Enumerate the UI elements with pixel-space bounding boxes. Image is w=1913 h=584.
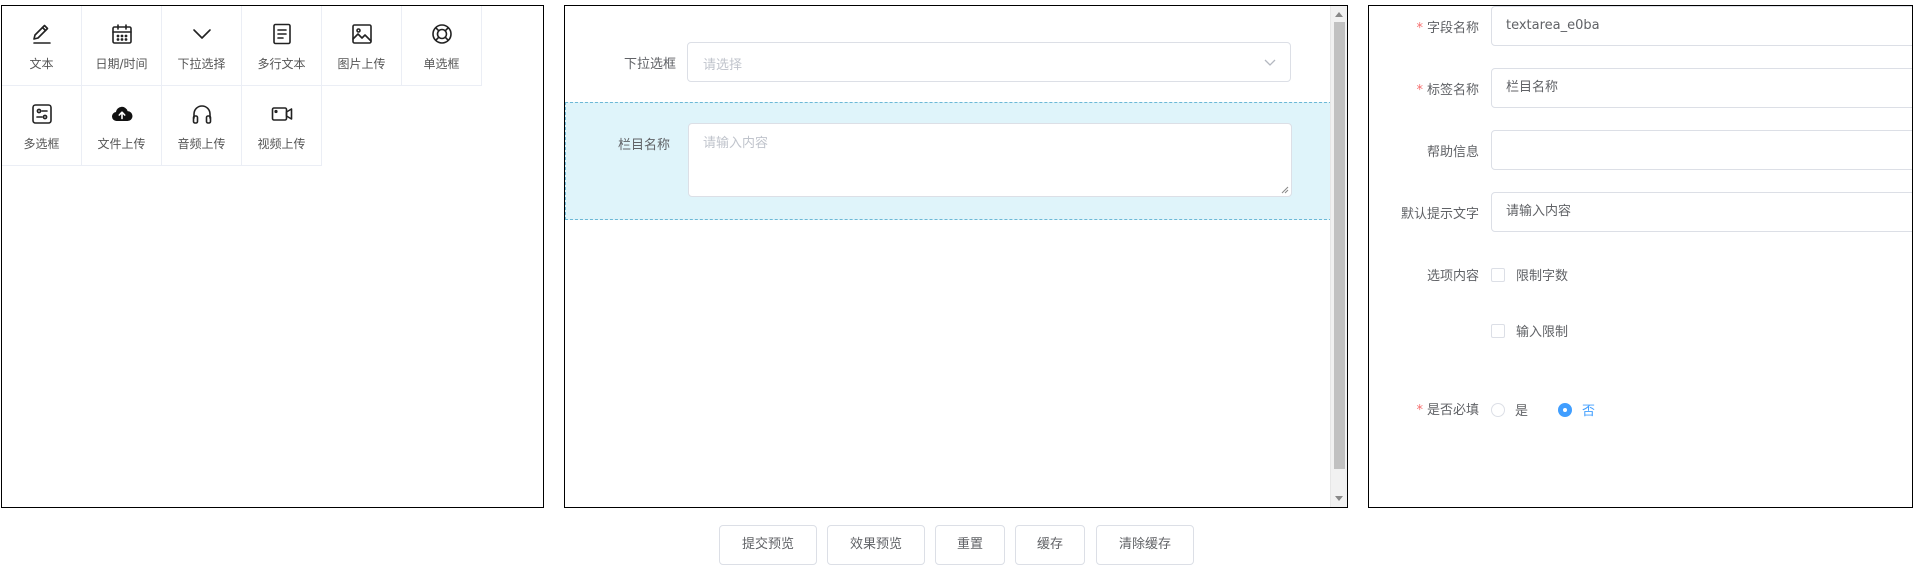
- help-info-input[interactable]: [1491, 130, 1912, 170]
- field-name-input[interactable]: textarea_e0ba: [1491, 6, 1912, 46]
- palette-item-dropdown[interactable]: 下拉选择: [162, 6, 242, 86]
- palette-item-text[interactable]: 文本: [2, 6, 82, 86]
- checkbox-box[interactable]: [1491, 323, 1505, 338]
- reset-button[interactable]: 重置: [935, 525, 1005, 565]
- palette-item-label: 日期/时间: [95, 57, 148, 71]
- resize-grip-icon[interactable]: [1280, 185, 1289, 194]
- canvas-scrollbar[interactable]: [1330, 6, 1347, 507]
- pencil-icon: [32, 24, 51, 44]
- required-mark: *: [1416, 83, 1423, 98]
- radio-label: 是: [1515, 404, 1529, 419]
- checkbox-box[interactable]: [1491, 267, 1505, 282]
- checkbox-label: 输入限制: [1516, 325, 1569, 340]
- chevron-down-icon: [192, 29, 211, 39]
- cloud-upload-icon: [111, 106, 133, 122]
- textarea-field-label: 栏目名称: [618, 138, 671, 153]
- clear-cache-button[interactable]: 清除缓存: [1096, 525, 1194, 565]
- radio-label: 否: [1582, 404, 1596, 419]
- properties-panel: * 字段名称 textarea_e0ba * 标签名称 栏目名称 帮助信息 默认提示…: [1368, 5, 1913, 508]
- required-yes-radio[interactable]: 是: [1491, 400, 1528, 419]
- palette-item-label: 多行文本: [257, 57, 306, 71]
- effect-preview-button[interactable]: 效果预览: [827, 525, 925, 565]
- tag-name-label: * 标签名称: [1416, 83, 1479, 98]
- calendar-icon: [111, 24, 132, 44]
- select-field-label: 下拉选框: [623, 57, 676, 72]
- input-limit-checkbox[interactable]: 输入限制: [1491, 321, 1568, 340]
- headphones-icon: [192, 105, 211, 124]
- select-field[interactable]: 请选择: [687, 42, 1291, 82]
- palette-item-multiline-text[interactable]: 多行文本: [242, 6, 322, 86]
- video-camera-icon: [271, 107, 292, 121]
- chevron-down-icon: [1264, 59, 1276, 66]
- palette-item-label: 视频上传: [257, 137, 306, 151]
- palette-item-file-upload[interactable]: 文件上传: [82, 86, 162, 166]
- required-no-radio[interactable]: 否: [1558, 400, 1595, 419]
- scroll-down-arrow[interactable]: [1335, 496, 1343, 501]
- submit-preview-button[interactable]: 提交预览: [719, 525, 817, 565]
- required-mark: *: [1416, 21, 1423, 36]
- help-info-label: 帮助信息: [1426, 145, 1479, 160]
- default-hint-label: 默认提示文字: [1400, 207, 1479, 222]
- radio-ring-icon: [431, 24, 452, 44]
- palette-item-label: 文本: [29, 57, 54, 71]
- palette-item-label: 文件上传: [97, 137, 146, 151]
- component-palette: 文本 日期/时间 下拉选择 多行文本 图片上传 单选框 多选框 文件上传 音频上…: [1, 5, 544, 508]
- tag-name-input[interactable]: 栏目名称: [1491, 68, 1912, 108]
- palette-item-radio[interactable]: 单选框: [402, 6, 482, 86]
- required-field-label: * 是否必填: [1416, 403, 1479, 418]
- palette-item-label: 多选框: [23, 137, 60, 151]
- radio-dot[interactable]: [1491, 402, 1505, 417]
- document-icon: [272, 23, 291, 45]
- palette-item-label: 单选框: [423, 57, 460, 71]
- options-label: 选项内容: [1426, 269, 1479, 284]
- default-hint-input[interactable]: 请输入内容: [1491, 192, 1912, 232]
- form-row-textarea-selected[interactable]: 栏目名称 请输入内容: [565, 102, 1332, 220]
- field-name-label: * 字段名称: [1416, 21, 1479, 36]
- palette-item-video-upload[interactable]: 视频上传: [242, 86, 322, 166]
- cache-button[interactable]: 缓存: [1015, 525, 1085, 565]
- radio-dot-selected[interactable]: [1558, 402, 1572, 417]
- palette-item-checkbox[interactable]: 多选框: [2, 86, 82, 166]
- form-canvas: 下拉选框 请选择 栏目名称 请输入内容: [564, 5, 1348, 508]
- multi-select-icon: [31, 104, 52, 124]
- palette-item-image-upload[interactable]: 图片上传: [322, 6, 402, 86]
- textarea-field[interactable]: 请输入内容: [688, 123, 1292, 197]
- palette-item-datetime[interactable]: 日期/时间: [82, 6, 162, 86]
- palette-item-audio-upload[interactable]: 音频上传: [162, 86, 242, 166]
- image-icon: [351, 24, 372, 44]
- palette-item-label: 图片上传: [337, 57, 386, 71]
- palette-item-label: 音频上传: [177, 137, 226, 151]
- palette-item-label: 下拉选择: [177, 57, 226, 71]
- scrollbar-thumb[interactable]: [1334, 22, 1345, 469]
- checkbox-label: 限制字数: [1516, 269, 1569, 284]
- required-mark: *: [1416, 403, 1423, 418]
- select-placeholder: 请选择: [703, 58, 743, 73]
- textarea-placeholder: 请输入内容: [703, 136, 769, 151]
- scroll-up-arrow[interactable]: [1335, 12, 1343, 17]
- limit-chars-checkbox[interactable]: 限制字数: [1491, 265, 1568, 284]
